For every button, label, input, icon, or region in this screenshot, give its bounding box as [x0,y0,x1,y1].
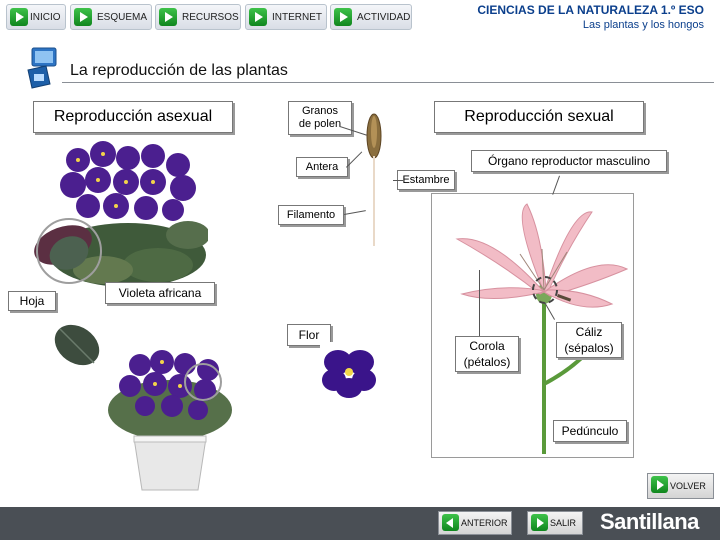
play-arrow-icon [159,8,177,26]
stamen-pointer-line [393,180,403,181]
nav-inicio-button[interactable]: INICIO [6,4,66,30]
nav-esquema-button[interactable]: ESQUEMA [70,4,152,30]
section-divider [62,82,714,83]
nav-actividad-button[interactable]: ACTIVIDAD [330,4,412,30]
corolla-pointer-line [479,270,480,336]
play-arrow-icon [334,8,352,26]
asexual-label: Reproducción asexual [33,101,233,133]
violet-flower-image [320,342,378,400]
play-arrow-icon [10,8,28,26]
violeta-africana-label: Violeta africana [105,282,215,304]
course-title: CIENCIAS DE LA NATURALEZA 1.º ESO [477,3,704,17]
section-title: La reproducción de las plantas [70,62,288,79]
organo-masculino-label: Órgano reproductor masculino [471,150,667,172]
anterior-button[interactable]: ANTERIOR [438,511,512,535]
back-arrow-icon [442,514,459,531]
estambre-label: Estambre [397,170,455,190]
corola-label: Corola (pétalos) [455,336,519,372]
nav-internet-button[interactable]: INTERNET [245,4,327,30]
sexual-label: Reproducción sexual [434,101,644,133]
antera-label: Antera [296,157,348,177]
play-arrow-icon [74,8,92,26]
leaf-image [48,315,106,373]
hoja-label: Hoja [8,291,56,311]
stamen-image [360,108,390,248]
nav-recursos-button[interactable]: RECURSOS [155,4,241,30]
flower-highlight-circle [184,363,222,401]
play-arrow-icon [651,476,668,493]
calyx-highlight-circle [532,276,558,304]
granos-de-polen-label: Granos de polen [288,101,352,135]
male-organ-pointer-line [552,175,560,195]
leaf-detail-image [44,228,94,276]
salir-button[interactable]: SALIR [527,511,583,535]
filamento-label: Filamento [278,205,344,225]
santillana-logo: Santillana [600,509,699,534]
volver-button[interactable]: VOLVER [647,473,714,499]
play-arrow-icon [249,8,267,26]
pedunculo-label: Pedúnculo [553,420,627,442]
screen-display-icon [24,44,64,92]
unit-subtitle: Las plantas y los hongos [582,19,704,31]
play-arrow-icon [531,514,548,531]
caliz-label: Cáliz (sépalos) [556,322,622,358]
